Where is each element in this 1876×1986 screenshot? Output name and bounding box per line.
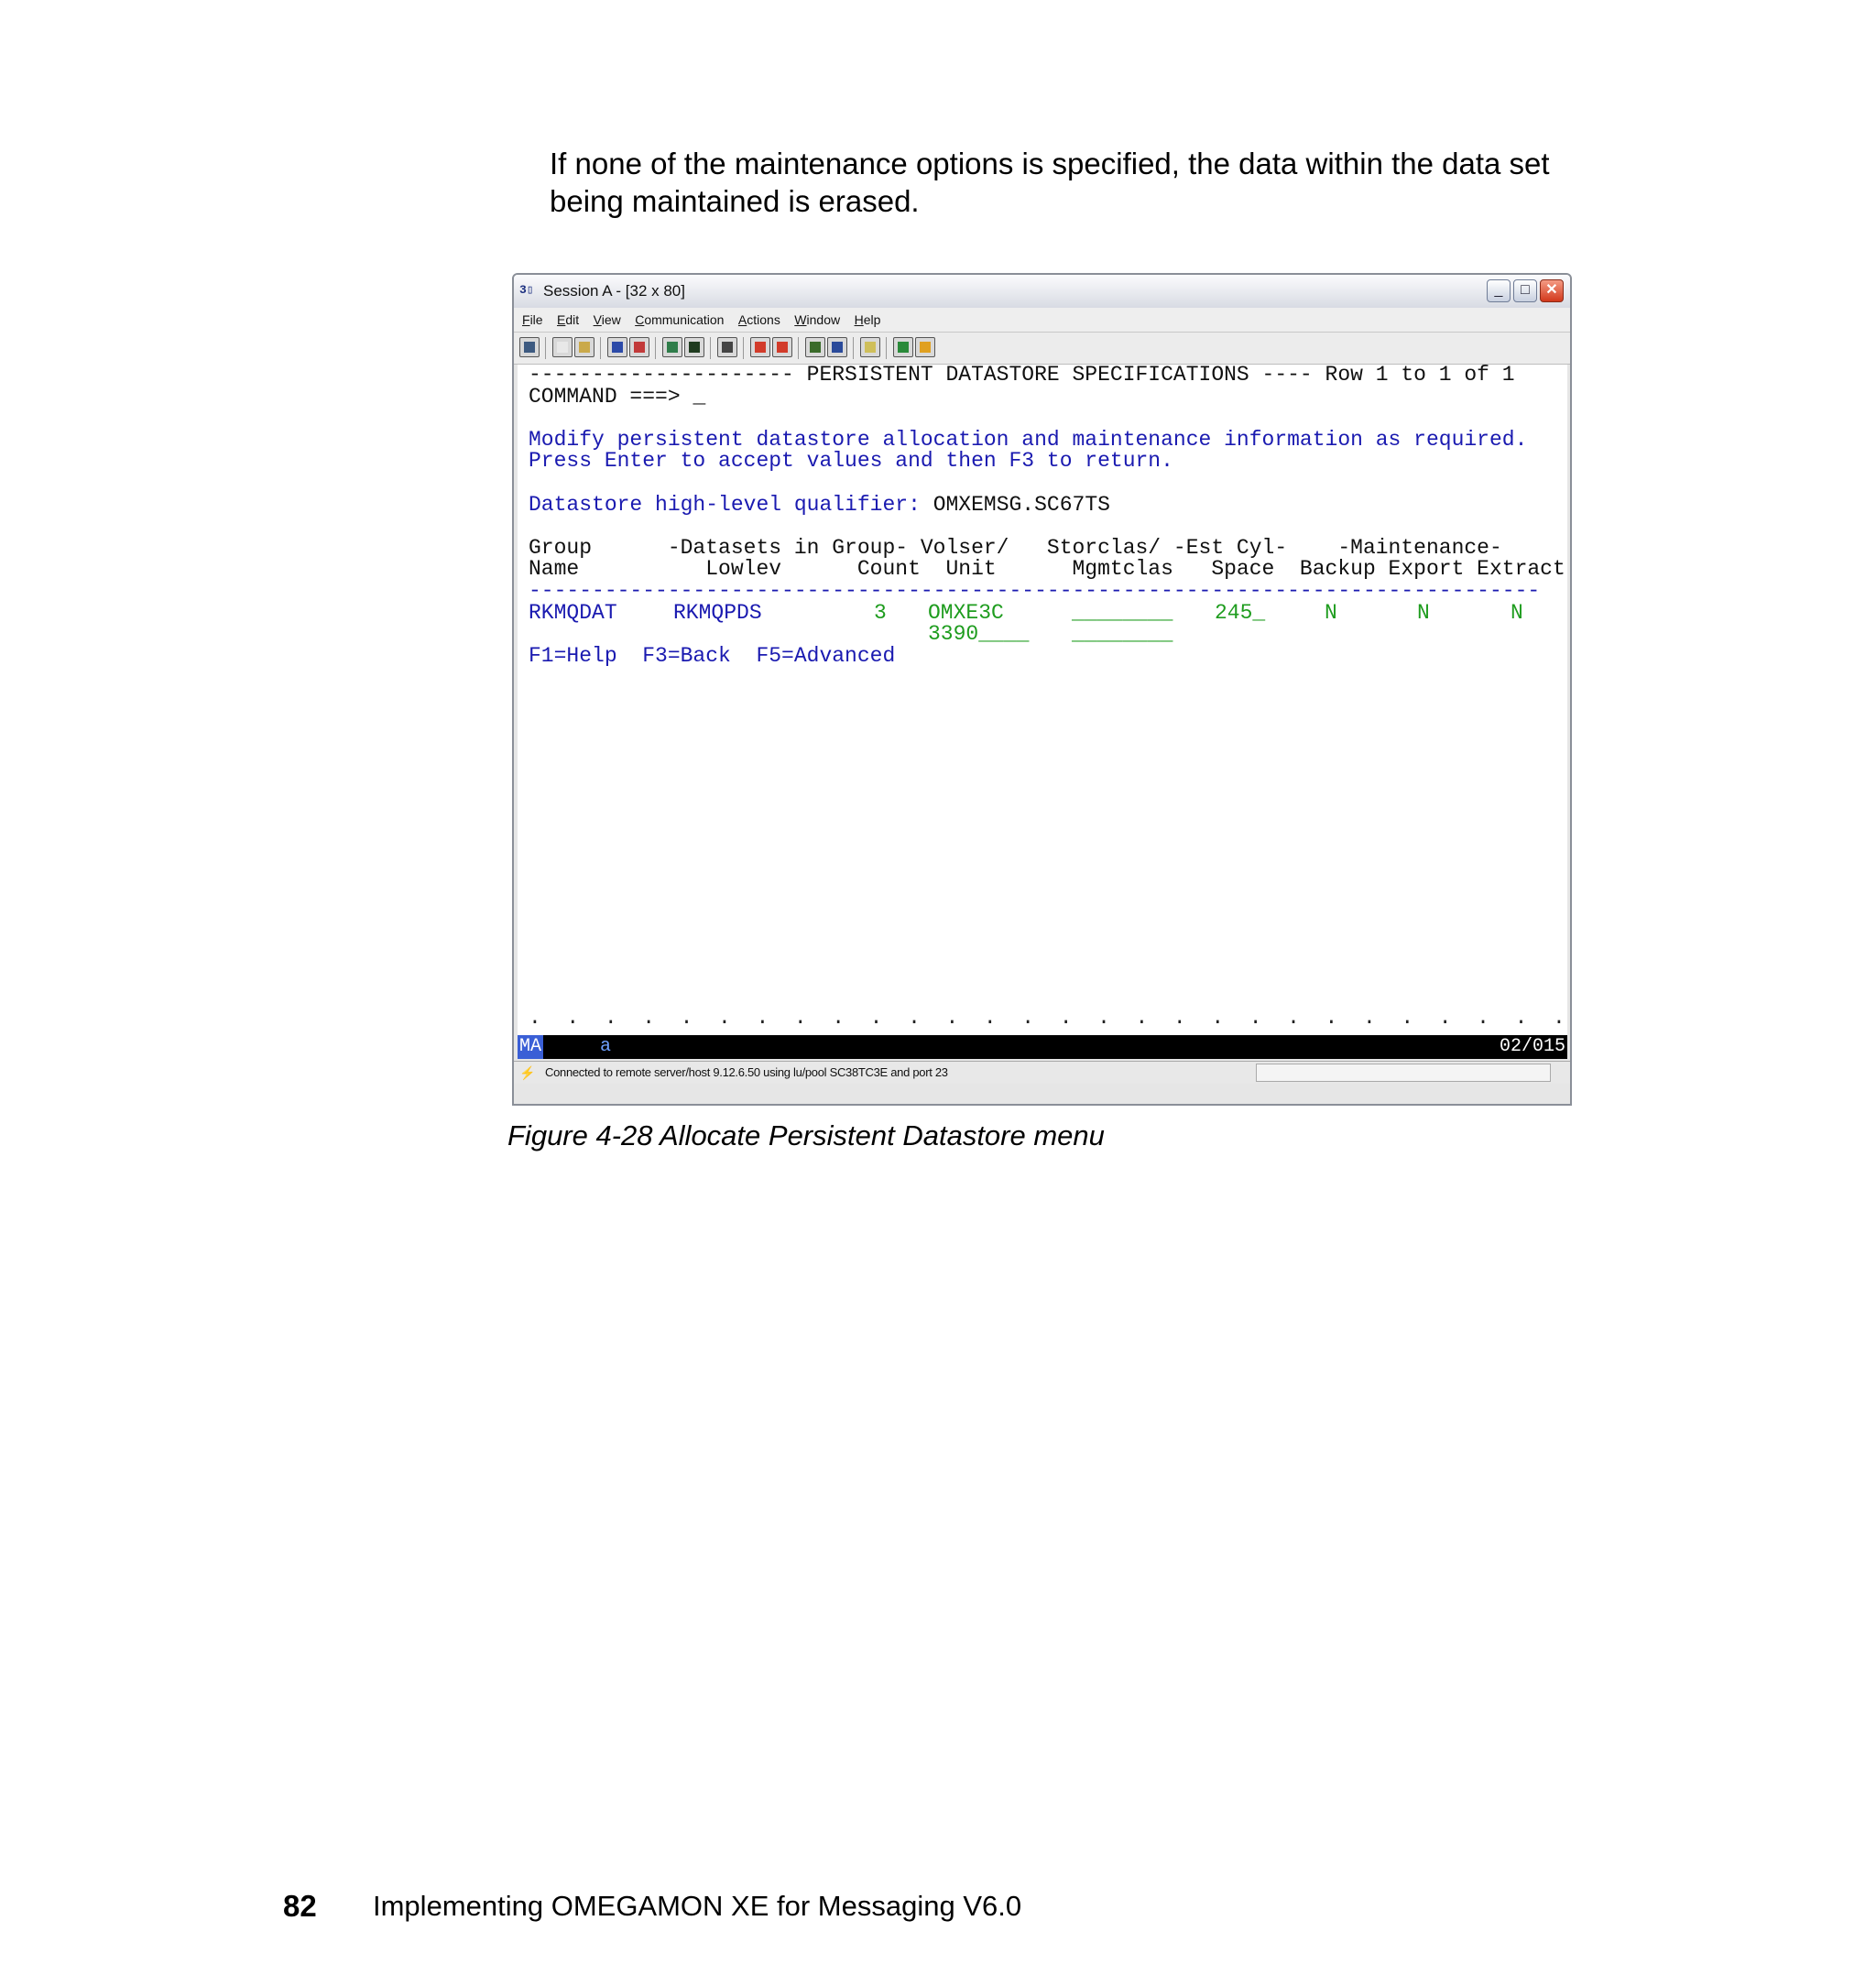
toolbar-separator (886, 337, 887, 359)
play-macro-icon[interactable] (772, 337, 792, 357)
toolbar-separator (710, 337, 711, 359)
lowlev-cell: RKMQPDS (673, 600, 762, 625)
oia-mode: MA (518, 1035, 544, 1059)
oia-indicator: a (600, 1036, 612, 1057)
group-name-cell: RKMQDAT (529, 600, 617, 625)
connection-icon: ⚡ (519, 1065, 536, 1080)
function-keys: F1=Help F3=Back F5=Advanced (529, 643, 896, 668)
connection-status: Connected to remote server/host 9.12.6.5… (545, 1065, 948, 1079)
toolbar-separator (655, 337, 656, 359)
status-bar: ⚡ Connected to remote server/host 9.12.6… (514, 1061, 1570, 1084)
command-input[interactable]: _ (693, 385, 705, 409)
customize-icon[interactable] (827, 337, 847, 357)
print-screen-icon[interactable] (519, 337, 540, 357)
menu-communication[interactable]: Communication (635, 308, 724, 332)
app-icon: 3▯ (519, 283, 534, 297)
column-header: Name Lowlev Count Unit Mgmtclas Space Ba… (529, 557, 1565, 582)
globe-icon[interactable] (893, 337, 913, 357)
intro-paragraph: If none of the maintenance options is sp… (550, 147, 1550, 218)
map-icon[interactable] (805, 337, 825, 357)
storclas-field[interactable]: ________ (1072, 602, 1172, 625)
toolbar-separator (798, 337, 799, 359)
extract-field[interactable]: N (1511, 602, 1523, 625)
header-separator: ----------------------------------------… (529, 579, 1541, 603)
close-button[interactable]: ✕ (1540, 279, 1564, 302)
help-icon[interactable] (915, 337, 935, 357)
window-title: Session A - [32 x 80] (543, 282, 685, 300)
toolbar-separator (743, 337, 744, 359)
panel-header: --------------------- PERSISTENT DATASTO… (529, 365, 1515, 387)
hlq-label: Datastore high-level qualifier: (529, 492, 921, 517)
hlq-value: OMXEMSG.SC67TS (933, 492, 1110, 517)
book-title: Implementing OMEGAMON XE for Messaging V… (373, 1890, 1022, 1922)
unit-field[interactable]: 3390____ (928, 623, 1029, 646)
instruction-line: Press Enter to accept values and then F3… (529, 449, 1173, 474)
clipboard-icon[interactable] (860, 337, 880, 357)
title-bar[interactable]: 3▯ Session A - [32 x 80] _ □ ✕ (514, 275, 1570, 309)
toolbar (514, 333, 1570, 365)
toolbar-separator (600, 337, 601, 359)
volser-field[interactable]: OMXE3C (928, 602, 1004, 625)
cursor-position: 02/015 (1499, 1036, 1565, 1057)
mgmtclas-field[interactable]: ________ (1072, 623, 1172, 646)
terminal-screen[interactable]: --------------------- PERSISTENT DATASTO… (518, 365, 1567, 1035)
stop-macro-icon[interactable] (750, 337, 770, 357)
minimize-button[interactable]: _ (1487, 279, 1511, 302)
page-number: 82 (283, 1889, 317, 1923)
menu-actions[interactable]: Actions (738, 308, 780, 332)
display-icon[interactable] (662, 337, 682, 357)
menu-window[interactable]: Window (794, 308, 840, 332)
menu-edit[interactable]: Edit (557, 308, 579, 332)
figure-caption: Figure 4-28 Allocate Persistent Datastor… (507, 1119, 1105, 1151)
receive-icon[interactable] (629, 337, 649, 357)
command-prompt: COMMAND ===> (529, 384, 681, 409)
maximize-button[interactable]: □ (1513, 279, 1537, 302)
record-macro-icon[interactable] (717, 337, 737, 357)
paste-icon[interactable] (574, 337, 594, 357)
copy-icon[interactable] (552, 337, 573, 357)
keypad-icon[interactable] (684, 337, 704, 357)
menu-bar: File Edit View Communication Actions Win… (514, 308, 1570, 333)
send-icon[interactable] (607, 337, 627, 357)
status-panel (1256, 1064, 1551, 1082)
toolbar-separator (853, 337, 854, 359)
screen-dots: . . . . . . . . . . . . . . . . . . . . … (529, 1006, 1565, 1030)
column-header: Group -Datasets in Group- Volser/ Storcl… (529, 535, 1502, 560)
hlq-line: Datastore high-level qualifier: OMXEMSG.… (529, 492, 1110, 517)
command-line: COMMAND ===> _ (529, 384, 705, 409)
terminal-window: 3▯ Session A - [32 x 80] _ □ ✕ File Edit… (512, 273, 1572, 1106)
menu-view[interactable]: View (594, 308, 621, 332)
toolbar-separator (545, 337, 546, 359)
menu-file[interactable]: File (522, 308, 543, 332)
backup-field[interactable]: N (1325, 602, 1337, 625)
space-field[interactable]: 245_ (1215, 602, 1265, 625)
menu-help[interactable]: Help (855, 308, 881, 332)
instruction-line: Modify persistent datastore allocation a… (529, 427, 1528, 452)
operator-info-area: MA a 02/015 (518, 1035, 1567, 1059)
export-field[interactable]: N (1417, 602, 1430, 625)
count-cell: 3 (874, 600, 887, 625)
